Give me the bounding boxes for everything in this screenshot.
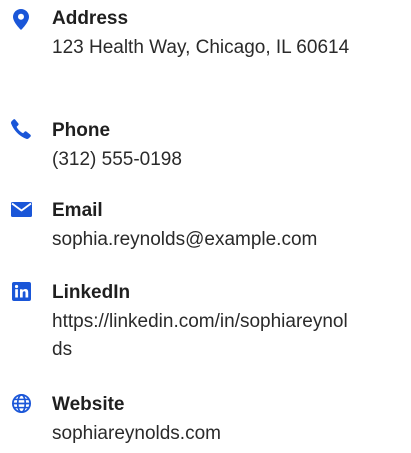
- linkedin-icon: [10, 282, 32, 304]
- map-pin-icon: [10, 9, 32, 31]
- globe-icon: [10, 394, 32, 416]
- envelope-icon: [10, 202, 32, 224]
- email-label: Email: [52, 200, 103, 221]
- email-value[interactable]: sophia.reynolds@example.com: [52, 226, 354, 254]
- linkedin-value[interactable]: https://linkedin.com/in/sophiareynolds: [52, 308, 354, 364]
- address-label: Address: [52, 8, 129, 29]
- address-value: 123 Health Way, Chicago, IL 60614: [52, 37, 350, 58]
- phone-icon: [10, 119, 32, 141]
- phone-label: Phone: [52, 120, 111, 141]
- website-value[interactable]: sophiareynolds.com: [52, 420, 354, 448]
- linkedin-label: LinkedIn: [52, 282, 131, 303]
- phone-value[interactable]: (312) 555-0198: [52, 146, 354, 174]
- website-label: Website: [52, 394, 125, 415]
